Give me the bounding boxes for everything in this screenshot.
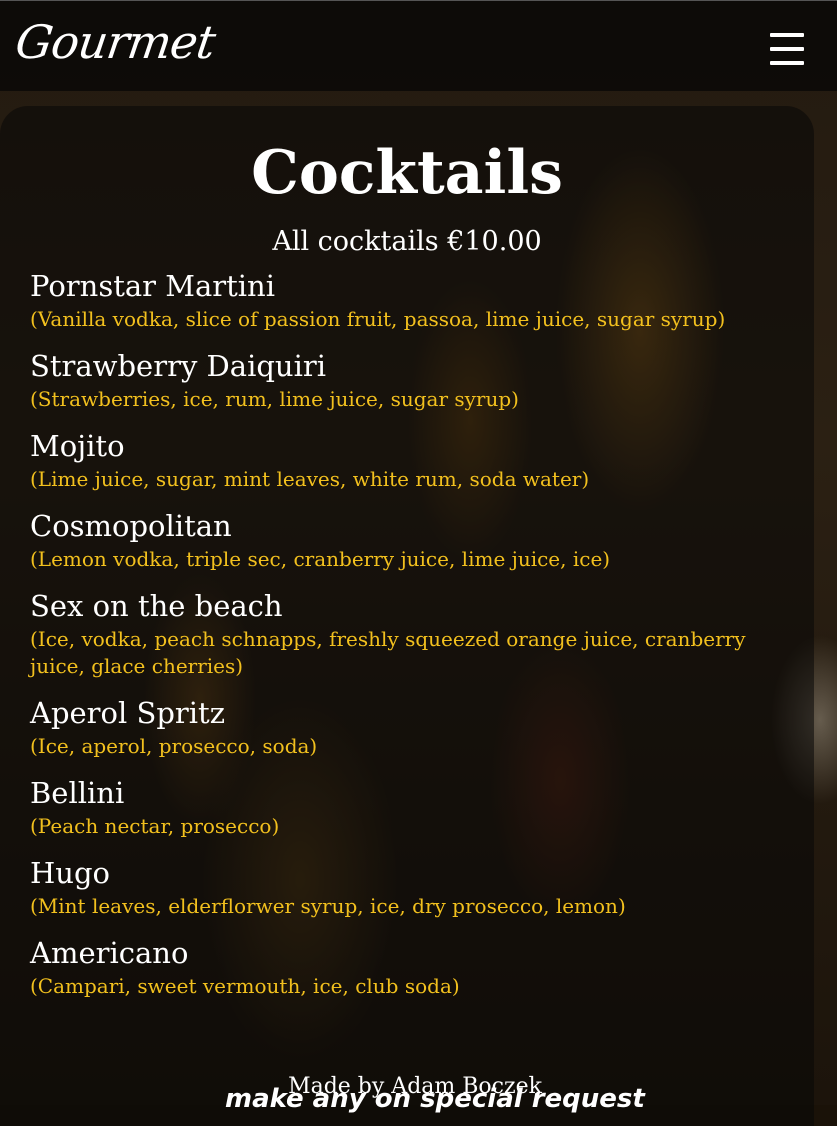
list-item: Strawberry Daiquiri (Strawberries, ice, … bbox=[30, 346, 770, 413]
list-item: Sex on the beach (Ice, vodka, peach schn… bbox=[30, 586, 770, 680]
list-item: Aperol Spritz (Ice, aperol, prosecco, so… bbox=[30, 693, 770, 760]
cocktail-name: Hugo bbox=[30, 856, 110, 890]
logo[interactable]: Gourmet bbox=[12, 15, 218, 69]
cocktail-ingredients: (Ice, aperol, prosecco, soda) bbox=[30, 734, 318, 758]
list-item: Mojito (Lime juice, sugar, mint leaves, … bbox=[30, 426, 770, 493]
cocktail-name: Cosmopolitan bbox=[30, 509, 232, 543]
cocktail-name: Mojito bbox=[30, 429, 125, 463]
cocktail-list: Pornstar Martini (Vanilla vodka, slice o… bbox=[30, 266, 770, 1013]
cocktail-ingredients: (Lime juice, sugar, mint leaves, white r… bbox=[30, 467, 590, 491]
page-title: Cocktails bbox=[251, 138, 563, 208]
cocktail-ingredients: (Vanilla vodka, slice of passion fruit, … bbox=[30, 307, 726, 331]
cocktail-ingredients: (Strawberries, ice, rum, lime juice, sug… bbox=[30, 387, 519, 411]
cocktail-name: Pornstar Martini bbox=[30, 269, 275, 303]
hamburger-menu-icon[interactable] bbox=[770, 33, 804, 65]
list-item: Bellini (Peach nectar, prosecco) bbox=[30, 773, 770, 840]
cocktail-ingredients: (Campari, sweet vermouth, ice, club soda… bbox=[30, 974, 460, 998]
list-item: Americano (Campari, sweet vermouth, ice,… bbox=[30, 933, 770, 1000]
cocktail-name: Americano bbox=[30, 936, 189, 970]
list-item: Hugo (Mint leaves, elderflorwer syrup, i… bbox=[30, 853, 770, 920]
cocktail-ingredients: (Ice, vodka, peach schnapps, freshly squ… bbox=[30, 627, 746, 678]
cocktail-name: Sex on the beach bbox=[30, 589, 283, 623]
cocktail-name: Strawberry Daiquiri bbox=[30, 349, 327, 383]
navbar: Gourmet bbox=[0, 0, 837, 91]
list-item: Pornstar Martini (Vanilla vodka, slice o… bbox=[30, 266, 770, 333]
cocktail-name: Bellini bbox=[30, 776, 125, 810]
cocktail-ingredients: (Peach nectar, prosecco) bbox=[30, 814, 280, 838]
footer-credit: Made by Adam Boczek bbox=[288, 1074, 542, 1099]
cocktail-ingredients: (Lemon vodka, triple sec, cranberry juic… bbox=[30, 547, 611, 571]
cocktail-name: Aperol Spritz bbox=[30, 696, 225, 730]
list-item: Cosmopolitan (Lemon vodka, triple sec, c… bbox=[30, 506, 770, 573]
cocktail-ingredients: (Mint leaves, elderflorwer syrup, ice, d… bbox=[30, 894, 626, 918]
price-subtitle: All cocktails €10.00 bbox=[272, 226, 542, 257]
